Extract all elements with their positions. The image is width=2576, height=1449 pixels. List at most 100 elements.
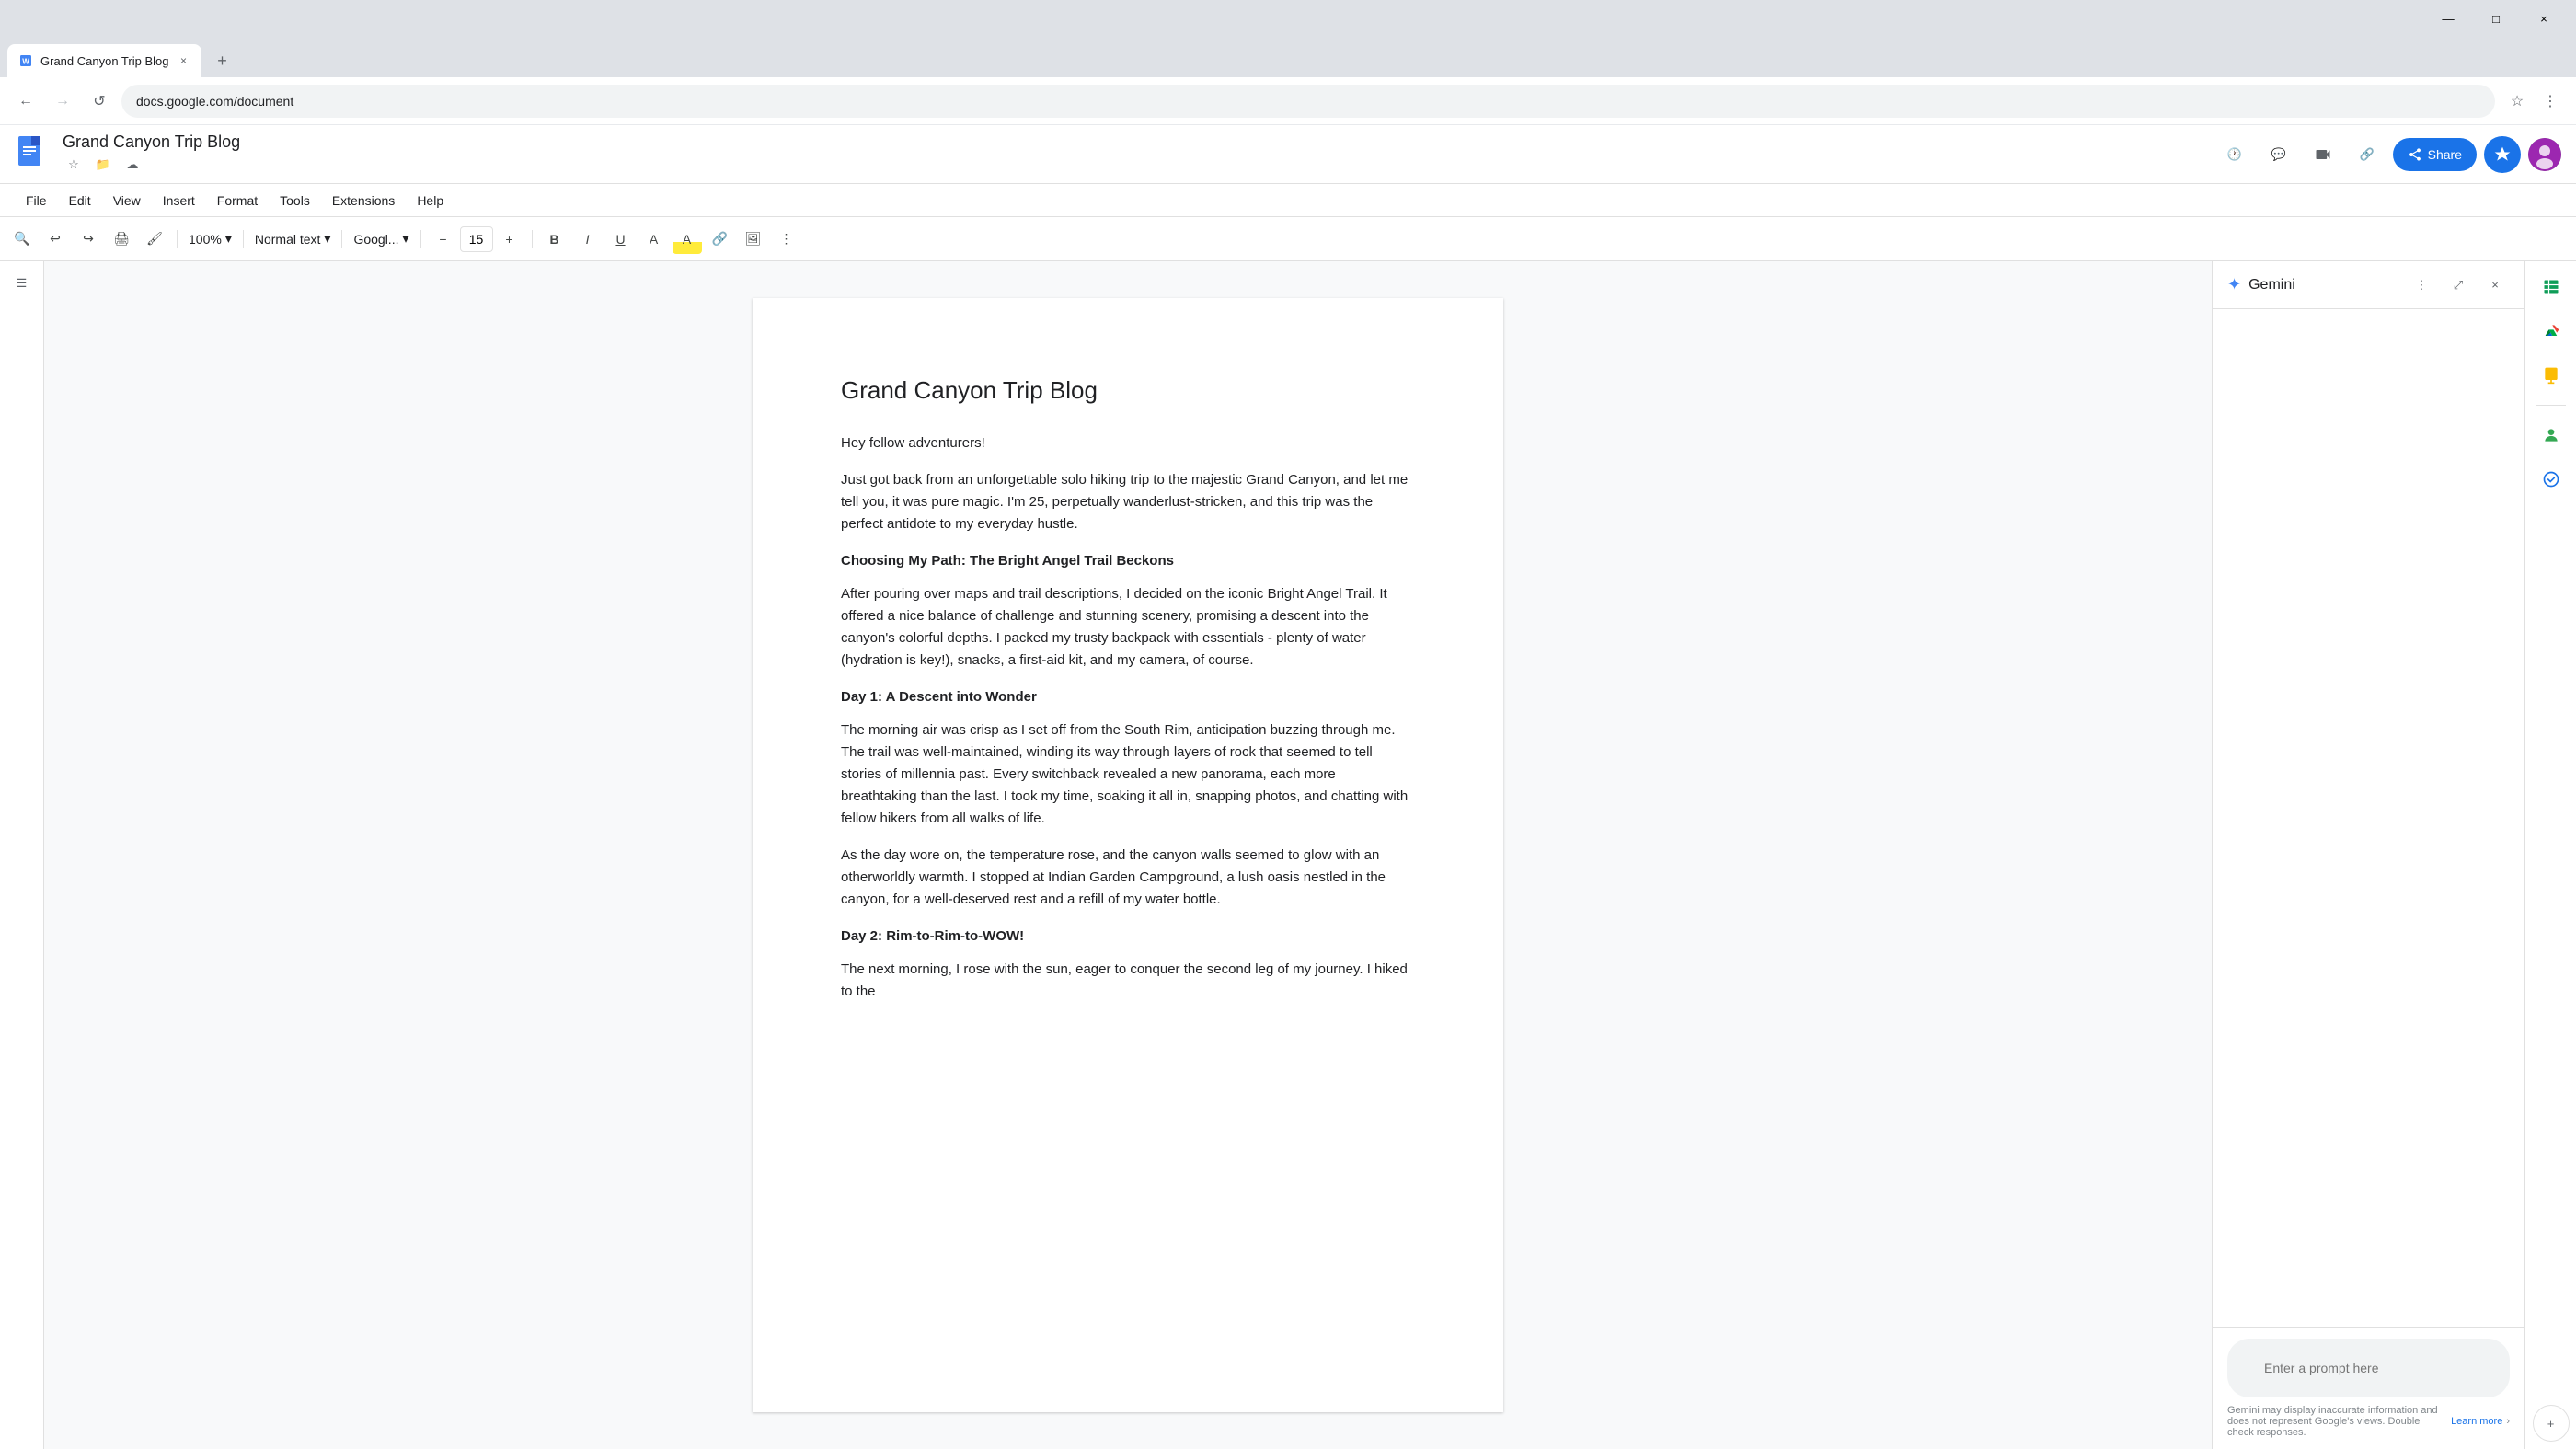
docs-header: Grand Canyon Trip Blog ☆ 📁 ☁ 🕐 💬 🔗 Share bbox=[0, 125, 2576, 184]
menu-bar: File Edit View Insert Format Tools Exten… bbox=[0, 184, 2576, 217]
menu-tools[interactable]: Tools bbox=[269, 184, 321, 216]
doc-para-2: Just got back from an unforgettable solo… bbox=[841, 469, 1415, 535]
browser-window: — □ × W Grand Canyon Trip Blog × + ← → ↺… bbox=[0, 0, 2576, 1449]
image-button[interactable]: 🖼 bbox=[739, 224, 768, 254]
divider-1 bbox=[177, 230, 178, 248]
right-sidebar: + bbox=[2524, 261, 2576, 1449]
doc-heading-2: Day 1: A Descent into Wonder bbox=[841, 686, 1415, 708]
docs-title[interactable]: Grand Canyon Trip Blog bbox=[63, 132, 2205, 152]
tasks-sidebar-icon[interactable] bbox=[2533, 461, 2570, 498]
keep-sidebar-icon[interactable] bbox=[2533, 357, 2570, 394]
increase-font-btn[interactable]: + bbox=[495, 224, 524, 254]
tab-title: Grand Canyon Trip Blog bbox=[40, 54, 168, 68]
gemini-close-button[interactable]: × bbox=[2480, 270, 2510, 300]
nav-bar: ← → ↺ docs.google.com/document ☆ ⋮ bbox=[0, 77, 2576, 125]
divider-5 bbox=[532, 230, 533, 248]
highlight-button[interactable]: A bbox=[673, 224, 702, 254]
close-window-button[interactable]: × bbox=[2523, 6, 2565, 31]
gemini-more-button[interactable]: ⋮ bbox=[2407, 270, 2436, 300]
reload-button[interactable]: ↺ bbox=[85, 86, 114, 116]
menu-insert[interactable]: Insert bbox=[152, 184, 206, 216]
doc-para-6: The next morning, I rose with the sun, e… bbox=[841, 959, 1415, 1003]
folder-button[interactable]: 📁 bbox=[92, 154, 114, 176]
tab-bar: W Grand Canyon Trip Blog × + bbox=[0, 37, 2576, 77]
svg-text:W: W bbox=[22, 57, 29, 65]
paint-format-button[interactable]: 🖌 bbox=[140, 224, 169, 254]
forward-button[interactable]: → bbox=[48, 86, 77, 116]
nav-actions: ☆ ⋮ bbox=[2502, 86, 2565, 116]
doc-page: Grand Canyon Trip Blog Hey fellow advent… bbox=[753, 298, 1503, 1412]
underline-button[interactable]: U bbox=[606, 224, 636, 254]
gemini-footer: Gemini may display inaccurate informatio… bbox=[2213, 1327, 2524, 1449]
zoom-select[interactable]: 100% ▾ bbox=[185, 224, 236, 254]
new-tab-button[interactable]: + bbox=[205, 44, 238, 77]
divider-4 bbox=[420, 230, 421, 248]
font-size-input[interactable] bbox=[460, 226, 493, 252]
cloud-button[interactable]: ☁ bbox=[121, 154, 144, 176]
history-button[interactable]: 🕐 bbox=[2216, 136, 2253, 173]
back-button[interactable]: ← bbox=[11, 86, 40, 116]
gemini-fab-button[interactable] bbox=[2484, 136, 2521, 173]
link-button[interactable]: 🔗 bbox=[2349, 136, 2386, 173]
doc-heading-1: Choosing My Path: The Bright Angel Trail… bbox=[841, 550, 1415, 572]
doc-para-5: As the day wore on, the temperature rose… bbox=[841, 845, 1415, 911]
redo-button[interactable]: ↪ bbox=[74, 224, 103, 254]
sheets-sidebar-icon[interactable] bbox=[2533, 269, 2570, 305]
menu-file[interactable]: File bbox=[15, 184, 58, 216]
doc-title: Grand Canyon Trip Blog bbox=[841, 372, 1415, 410]
contacts-sidebar-icon[interactable] bbox=[2533, 417, 2570, 454]
undo-button[interactable]: ↩ bbox=[40, 224, 70, 254]
toolbar: 🔍 ↩ ↪ 🖨 🖌 100% ▾ Normal text ▾ Googl... … bbox=[0, 217, 2576, 261]
active-tab[interactable]: W Grand Canyon Trip Blog × bbox=[7, 44, 201, 77]
share-label: Share bbox=[2428, 147, 2462, 162]
share-button[interactable]: Share bbox=[2393, 138, 2477, 171]
gemini-header: ✦ Gemini ⋮ ⤢ × bbox=[2213, 261, 2524, 309]
menu-format[interactable]: Format bbox=[206, 184, 269, 216]
search-toolbar-btn[interactable]: 🔍 bbox=[7, 224, 37, 254]
print-button[interactable]: 🖨 bbox=[107, 224, 136, 254]
star-button[interactable]: ☆ bbox=[63, 154, 85, 176]
gemini-prompt-input[interactable] bbox=[2246, 1350, 2491, 1386]
address-bar[interactable]: docs.google.com/document bbox=[121, 85, 2495, 118]
font-select[interactable]: Googl... ▾ bbox=[350, 224, 412, 254]
doc-area[interactable]: Grand Canyon Trip Blog Hey fellow advent… bbox=[44, 261, 2212, 1449]
doc-para-3: After pouring over maps and trail descri… bbox=[841, 583, 1415, 672]
font-size-area: − + bbox=[429, 224, 524, 254]
gemini-disclaimer-text: Gemini may display inaccurate informatio… bbox=[2227, 1405, 2447, 1438]
docs-title-area: Grand Canyon Trip Blog ☆ 📁 ☁ bbox=[63, 132, 2205, 176]
menu-view[interactable]: View bbox=[102, 184, 152, 216]
gemini-panel: ✦ Gemini ⋮ ⤢ × Gemini may display inaccu… bbox=[2212, 261, 2524, 1449]
divider-2 bbox=[243, 230, 244, 248]
text-color-button[interactable]: A bbox=[639, 224, 669, 254]
user-avatar[interactable] bbox=[2528, 138, 2561, 171]
divider-3 bbox=[341, 230, 342, 248]
drive-sidebar-icon[interactable] bbox=[2533, 313, 2570, 350]
add-sidebar-button[interactable]: + bbox=[2533, 1405, 2570, 1442]
tab-close-button[interactable]: × bbox=[176, 53, 190, 68]
docs-meta: ☆ 📁 ☁ bbox=[63, 154, 2205, 176]
gemini-expand-button[interactable]: ⤢ bbox=[2444, 270, 2473, 300]
learn-more-link[interactable]: Learn more bbox=[2451, 1416, 2502, 1427]
minimize-button[interactable]: — bbox=[2427, 6, 2469, 31]
meet-button[interactable] bbox=[2305, 136, 2341, 173]
link-button[interactable]: 🔗 bbox=[706, 224, 735, 254]
menu-help[interactable]: Help bbox=[406, 184, 454, 216]
comment-button[interactable]: 💬 bbox=[2260, 136, 2297, 173]
bookmark-button[interactable]: ☆ bbox=[2502, 86, 2532, 116]
style-select[interactable]: Normal text ▾ bbox=[251, 224, 335, 254]
menu-extensions[interactable]: Extensions bbox=[321, 184, 406, 216]
doc-sidebar: ☰ bbox=[0, 261, 44, 1449]
decrease-font-btn[interactable]: − bbox=[429, 224, 458, 254]
title-bar: — □ × bbox=[0, 0, 2576, 37]
tab-favicon: W bbox=[18, 53, 33, 68]
outline-button[interactable]: ☰ bbox=[7, 269, 37, 298]
app-container: Grand Canyon Trip Blog ☆ 📁 ☁ 🕐 💬 🔗 Share bbox=[0, 125, 2576, 1449]
bold-button[interactable]: B bbox=[540, 224, 569, 254]
maximize-button[interactable]: □ bbox=[2475, 6, 2517, 31]
menu-edit[interactable]: Edit bbox=[58, 184, 102, 216]
more-toolbar-btn[interactable]: ⋮ bbox=[772, 224, 801, 254]
italic-button[interactable]: I bbox=[573, 224, 603, 254]
chevron-right-icon: › bbox=[2506, 1416, 2510, 1427]
gemini-body bbox=[2213, 309, 2524, 1327]
browser-menu-button[interactable]: ⋮ bbox=[2536, 86, 2565, 116]
